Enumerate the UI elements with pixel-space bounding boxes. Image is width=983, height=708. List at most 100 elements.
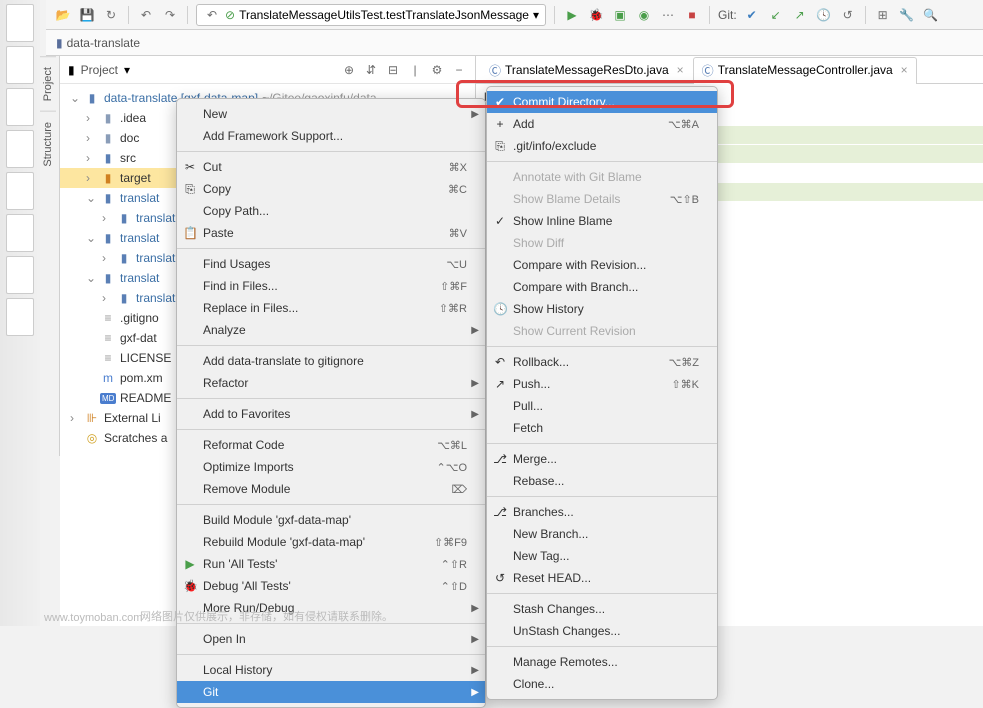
chevron-right-icon[interactable]: › [70, 411, 80, 425]
menu-item[interactable]: Copy Path... [177, 200, 485, 222]
chevron-icon[interactable]: ⌄ [86, 191, 96, 205]
vcs-update-icon[interactable]: ✔ [743, 6, 761, 24]
menu-item[interactable]: Add to Favorites▶ [177, 403, 485, 425]
menu-item[interactable]: +Add⌥⌘A [487, 113, 717, 135]
menu-item[interactable]: Add data-translate to gitignore [177, 350, 485, 372]
menu-item[interactable]: 🕓Show History [487, 298, 717, 320]
locate-icon[interactable]: ⊕ [341, 62, 357, 78]
menu-item[interactable]: ↗Push...⇧⌘K [487, 373, 717, 395]
chevron-icon[interactable]: › [86, 151, 96, 165]
vcs-push-icon[interactable]: ↗ [791, 6, 809, 24]
menu-item[interactable]: Clone... [487, 673, 717, 695]
collapse-icon[interactable]: ⊟ [385, 62, 401, 78]
menu-item[interactable]: New▶ [177, 103, 485, 125]
menu-item[interactable]: ↺Reset HEAD... [487, 567, 717, 589]
refresh-icon[interactable]: ↻ [102, 6, 120, 24]
menu-item[interactable]: Git▶ [177, 681, 485, 703]
menu-item[interactable]: ▶Run 'All Tests'⌃⇧R [177, 553, 485, 575]
chevron-icon[interactable]: › [102, 211, 112, 225]
menu-item[interactable]: Optimize Imports⌃⌥O [177, 456, 485, 478]
menu-label: Merge... [513, 452, 557, 466]
menu-item[interactable]: Manage Remotes... [487, 651, 717, 673]
expand-icon[interactable]: ⇵ [363, 62, 379, 78]
java-class-icon: Ⓒ [702, 62, 714, 79]
editor-tab[interactable]: ⒸTranslateMessageController.java× [693, 57, 917, 83]
breadcrumb-project[interactable]: data-translate [67, 36, 140, 50]
menu-item[interactable]: Stash Changes... [487, 598, 717, 620]
project-title[interactable]: Project [81, 63, 118, 77]
settings-icon[interactable]: 🔧 [898, 6, 916, 24]
vcs-commit-icon[interactable]: ↙ [767, 6, 785, 24]
menu-item[interactable]: ⎇Branches... [487, 501, 717, 523]
debug-icon[interactable]: 🐞 [587, 6, 605, 24]
menu-item[interactable]: Compare with Branch... [487, 276, 717, 298]
structure-icon[interactable]: ⊞ [874, 6, 892, 24]
menu-item[interactable]: ✓Show Inline Blame [487, 210, 717, 232]
chevron-icon[interactable]: › [102, 251, 112, 265]
menu-item[interactable]: Local History▶ [177, 659, 485, 681]
menu-item[interactable]: Compare with Revision... [487, 254, 717, 276]
chevron-icon[interactable]: › [86, 171, 96, 185]
search-icon[interactable]: 🔍 [922, 6, 940, 24]
menu-separator [177, 398, 485, 399]
menu-item[interactable]: Find Usages⌥U [177, 253, 485, 275]
menu-item[interactable]: 📋Paste⌘V [177, 222, 485, 244]
chevron-down-icon[interactable]: ▾ [124, 63, 130, 77]
menu-item[interactable]: 🐞Debug 'All Tests'⌃⇧D [177, 575, 485, 597]
menu-item[interactable]: ⎘Copy⌘C [177, 178, 485, 200]
undo-icon[interactable]: ↶ [137, 6, 155, 24]
run-config-select[interactable]: ↶ ⊘ TranslateMessageUtilsTest.testTransl… [196, 4, 546, 26]
menu-shortcut: ⌘V [449, 227, 467, 240]
chevron-icon[interactable]: ⌄ [86, 271, 96, 285]
menu-item[interactable]: Fetch [487, 417, 717, 439]
attach-icon[interactable]: ⋯ [659, 6, 677, 24]
chevron-down-icon[interactable]: ⌄ [70, 91, 80, 105]
menu-item[interactable]: Build Module 'gxf-data-map' [177, 509, 485, 531]
menu-item[interactable]: New Tag... [487, 545, 717, 567]
chevron-icon[interactable]: › [86, 111, 96, 125]
side-tab-project[interactable]: Project [40, 56, 56, 111]
menu-item[interactable]: Pull... [487, 395, 717, 417]
stop-icon[interactable]: ■ [683, 6, 701, 24]
run-icon[interactable]: ▶ [563, 6, 581, 24]
hide-icon[interactable]: − [451, 62, 467, 78]
profile-icon[interactable]: ◉ [635, 6, 653, 24]
menu-item[interactable]: ✔Commit Directory... [487, 91, 717, 113]
menu-item[interactable]: Replace in Files...⇧⌘R [177, 297, 485, 319]
open-icon[interactable]: 📂 [54, 6, 72, 24]
menu-item[interactable]: Rebase... [487, 470, 717, 492]
menu-item[interactable]: ⎇Merge... [487, 448, 717, 470]
menu-item[interactable]: Reformat Code⌥⌘L [177, 434, 485, 456]
menu-item[interactable]: UnStash Changes... [487, 620, 717, 642]
menu-item[interactable]: Refactor▶ [177, 372, 485, 394]
menu-item[interactable]: ↶Rollback...⌥⌘Z [487, 351, 717, 373]
editor-tab[interactable]: ⒸTranslateMessageResDto.java× [480, 57, 693, 83]
menu-item[interactable]: ✂Cut⌘X [177, 156, 485, 178]
menu-item[interactable]: Add Framework Support... [177, 125, 485, 147]
menu-icon: ⎘ [183, 182, 197, 197]
menu-item[interactable]: Analyze▶ [177, 319, 485, 341]
menu-item[interactable]: Find in Files...⇧⌘F [177, 275, 485, 297]
menu-label: Show Current Revision [513, 324, 636, 338]
chevron-icon[interactable]: ⌄ [86, 231, 96, 245]
menu-item[interactable]: Remove Module⌦ [177, 478, 485, 500]
menu-label: Compare with Revision... [513, 258, 646, 272]
menu-item[interactable]: Rebuild Module 'gxf-data-map'⇧⌘F9 [177, 531, 485, 553]
chevron-icon[interactable]: › [102, 291, 112, 305]
menu-label: .git/info/exclude [513, 139, 596, 153]
menu-item[interactable]: New Branch... [487, 523, 717, 545]
close-icon[interactable]: × [901, 63, 908, 77]
menu-label: Show Inline Blame [513, 214, 612, 228]
coverage-icon[interactable]: ▣ [611, 6, 629, 24]
gear-icon[interactable]: ⚙ [429, 62, 445, 78]
close-icon[interactable]: × [677, 63, 684, 77]
redo-icon[interactable]: ↷ [161, 6, 179, 24]
menu-item[interactable]: ⎘.git/info/exclude [487, 135, 717, 157]
save-icon[interactable]: 💾 [78, 6, 96, 24]
menu-label: Clone... [513, 677, 554, 691]
vcs-history-icon[interactable]: 🕓 [815, 6, 833, 24]
side-tab-structure[interactable]: Structure [40, 111, 56, 177]
menu-item[interactable]: Open In▶ [177, 628, 485, 650]
chevron-icon[interactable]: › [86, 131, 96, 145]
vcs-rollback-icon[interactable]: ↺ [839, 6, 857, 24]
